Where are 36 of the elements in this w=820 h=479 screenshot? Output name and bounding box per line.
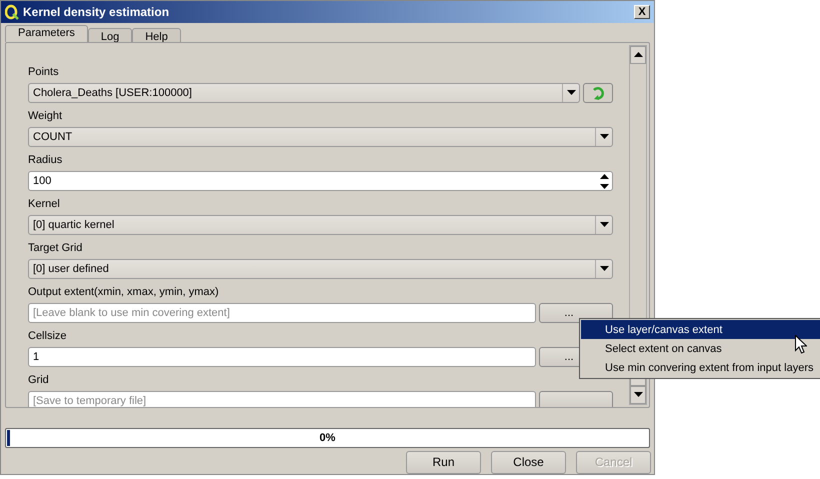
field-label: Cellsize [28,328,67,343]
field-label: Weight [28,108,62,123]
refresh-arrow-icon [591,86,605,100]
browse-button[interactable] [539,390,613,407]
spin-box[interactable]: 100 [28,170,613,191]
field-label: Output extent(xmin, xmax, ymin, ymax) [28,284,219,299]
dialog-button[interactable]: Close [491,450,566,474]
window-close-button[interactable]: X [634,4,650,19]
dropdown[interactable]: [0] user defined [28,258,613,279]
field-label: Target Grid [28,240,82,255]
dropdown[interactable]: COUNT [28,126,613,147]
dropdown-arrow-icon [600,222,608,228]
field-label: Points [28,64,59,79]
dropdown-arrow-icon [566,90,576,96]
dropdown-arrow-icon [600,134,608,140]
menu-item[interactable]: Use layer/canvas extent [581,320,820,339]
app-logo-icon [5,4,19,20]
browse-button[interactable]: ... [539,302,613,323]
progress-reading: 0% [320,432,336,444]
input-field[interactable]: [Leave blank to use min covering extent] [28,302,536,323]
tab[interactable]: Parameters [5,24,88,42]
input-field[interactable]: 1 [28,346,536,367]
field-label: Grid [28,372,49,387]
tab[interactable]: Help [132,28,181,42]
dropdown-arrow-icon [600,266,608,272]
dialog-button[interactable]: Run [406,450,481,474]
scroll-down-icon[interactable] [630,386,646,404]
input-field[interactable]: [Save to temporary file] [28,390,536,407]
dropdown[interactable]: Cholera_Deaths [USER:100000] [28,82,580,103]
tab[interactable]: Log [88,28,132,42]
scroll-up-icon[interactable] [630,46,646,64]
field-label: Kernel [28,196,60,211]
window-title: Kernel density estimation [23,4,170,19]
mouse-cursor-icon [795,335,807,354]
dropdown[interactable]: [0] quartic kernel [28,214,613,235]
field-label: Radius [28,152,62,167]
